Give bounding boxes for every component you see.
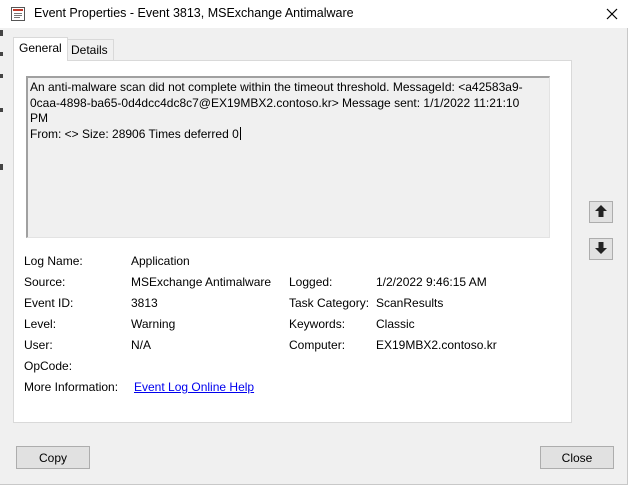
log-name-value: Application [131, 254, 190, 268]
level-value: Warning [131, 317, 176, 331]
tab-details[interactable]: Details [65, 39, 114, 60]
keywords-value: Classic [376, 317, 415, 331]
general-panel: An anti-malware scan did not complete wi… [13, 60, 572, 423]
arrow-up-icon [594, 204, 608, 221]
event-description-text[interactable]: An anti-malware scan did not complete wi… [30, 80, 530, 142]
level-label: Level: [24, 317, 57, 331]
computer-label: Computer: [289, 338, 346, 352]
event-id-value: 3813 [131, 296, 158, 310]
user-label: User: [24, 338, 53, 352]
background-window-edge [0, 30, 3, 36]
previous-event-button[interactable] [589, 201, 613, 223]
close-button[interactable]: Close [540, 446, 614, 469]
close-icon[interactable] [596, 0, 628, 28]
arrow-down-icon [594, 241, 608, 258]
copy-button-label: Copy [38, 450, 67, 465]
keywords-label: Keywords: [289, 317, 346, 331]
next-event-button[interactable] [589, 238, 613, 260]
background-window-edge [0, 52, 3, 56]
event-description-box[interactable]: An anti-malware scan did not complete wi… [26, 76, 550, 238]
source-value: MSExchange Antimalware [131, 275, 272, 289]
copy-button[interactable]: Copy [16, 446, 90, 469]
logged-value: 1/2/2022 9:46:15 AM [376, 275, 487, 289]
background-window-edge [0, 164, 3, 170]
event-log-online-help-link[interactable]: Event Log Online Help [134, 380, 254, 394]
tab-general[interactable]: General [13, 37, 68, 61]
logged-label: Logged: [289, 275, 333, 289]
title-bar[interactable]: Event Properties - Event 3813, MSExchang… [0, 0, 628, 28]
description-content: An anti-malware scan did not complete wi… [30, 80, 523, 141]
tab-general-label: General [19, 41, 62, 55]
tab-details-label: Details [71, 43, 108, 57]
event-properties-window: Event Properties - Event 3813, MSExchang… [0, 0, 628, 485]
close-button-label: Close [561, 450, 593, 465]
computer-value: EX19MBX2.contoso.kr [376, 338, 497, 352]
event-id-label: Event ID: [24, 296, 74, 310]
task-category-value: ScanResults [376, 296, 444, 310]
opcode-label: OpCode: [24, 359, 73, 373]
more-information-label: More Information: [24, 380, 119, 394]
window-title: Event Properties - Event 3813, MSExchang… [34, 6, 354, 20]
source-label: Source: [24, 275, 66, 289]
log-name-label: Log Name: [24, 254, 83, 268]
background-window-edge [0, 108, 3, 112]
user-value: N/A [131, 338, 152, 352]
background-window-edge [0, 74, 3, 78]
task-category-label: Task Category: [289, 296, 370, 310]
event-properties-icon [10, 6, 26, 22]
text-caret [239, 126, 241, 140]
